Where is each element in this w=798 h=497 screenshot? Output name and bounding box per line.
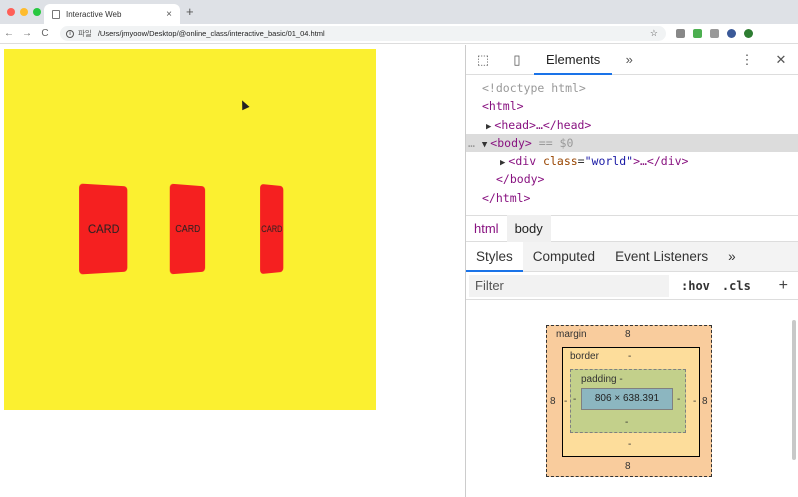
filter-bar: Filter :hov .cls + bbox=[466, 272, 798, 300]
margin-bottom-value[interactable]: 8 bbox=[625, 461, 631, 472]
border-right-value[interactable]: - bbox=[693, 396, 696, 407]
box-model-border[interactable]: border - - - - padding - - - - 806 × 638… bbox=[562, 347, 700, 457]
info-icon[interactable]: i bbox=[66, 29, 74, 38]
body-open-tag: <body> bbox=[490, 135, 532, 150]
html-close-tag: </html> bbox=[482, 190, 531, 205]
extension-filter-icon[interactable] bbox=[676, 29, 685, 38]
tab-strip: Interactive Web × + bbox=[0, 0, 798, 24]
forward-button[interactable]: → bbox=[18, 28, 36, 39]
devtools-panel: ⬚ ▯ Elements » ⋮ ✕ <!doctype html> <html… bbox=[465, 45, 798, 497]
card[interactable]: CARD bbox=[79, 183, 128, 275]
filter-input[interactable]: Filter bbox=[469, 274, 669, 297]
tab-elements[interactable]: Elements bbox=[534, 45, 613, 75]
document-icon bbox=[52, 9, 60, 19]
dom-doctype[interactable]: <!doctype html> bbox=[466, 79, 798, 97]
border-bottom-value[interactable]: - bbox=[628, 439, 631, 450]
margin-right-value[interactable]: 8 bbox=[702, 396, 708, 407]
padding-label: padding - bbox=[581, 374, 623, 385]
tab-computed[interactable]: Computed bbox=[523, 242, 605, 272]
margin-left-value[interactable]: 8 bbox=[550, 396, 556, 407]
browser-tab[interactable]: Interactive Web × bbox=[44, 4, 180, 24]
box-model-padding[interactable]: padding - - - - 806 × 638.391 bbox=[570, 369, 686, 433]
breadcrumb-body[interactable]: body bbox=[506, 215, 551, 242]
padding-right-value[interactable]: - bbox=[677, 394, 680, 405]
url-text[interactable]: /Users/jmyoow/Desktop/@online_class/inte… bbox=[98, 29, 325, 38]
page-viewport: CARD CARD CARD bbox=[0, 45, 465, 497]
expand-triangle-icon[interactable]: ▶ bbox=[500, 158, 505, 168]
padding-left-value[interactable]: - bbox=[573, 394, 576, 405]
browser-toolbar: ← → C i 파일 /Users/jmyoow/Desktop/@online… bbox=[0, 24, 798, 44]
tab-styles[interactable]: Styles bbox=[466, 241, 523, 272]
profile-avatar[interactable] bbox=[727, 29, 736, 38]
margin-label: margin bbox=[556, 329, 587, 340]
breadcrumb: html body bbox=[466, 215, 798, 242]
menu-icon[interactable]: ⋮ bbox=[730, 52, 764, 68]
head-tag: <head>…</head> bbox=[494, 117, 592, 132]
dom-body-selected[interactable]: … ▼ <body> == $0 bbox=[466, 133, 798, 153]
hov-toggle[interactable]: :hov bbox=[681, 279, 710, 293]
world-container: CARD CARD CARD bbox=[4, 49, 376, 410]
new-style-rule-button[interactable]: + bbox=[779, 277, 788, 295]
margin-top-value[interactable]: 8 bbox=[625, 329, 631, 340]
extension-green-icon[interactable] bbox=[693, 29, 702, 38]
box-model-content[interactable]: 806 × 638.391 bbox=[581, 388, 673, 410]
styles-scrollbar[interactable] bbox=[792, 320, 796, 460]
body-eq-ref: == $0 bbox=[531, 135, 574, 150]
dom-div-world[interactable]: ▶ <div class="world">…</div> bbox=[466, 152, 798, 170]
address-bar[interactable]: i 파일 /Users/jmyoow/Desktop/@online_class… bbox=[60, 26, 666, 41]
more-subtabs-icon[interactable]: » bbox=[718, 242, 746, 272]
styles-subtabs: Styles Computed Event Listeners » bbox=[466, 241, 798, 272]
tab-event-listeners[interactable]: Event Listeners bbox=[605, 242, 718, 272]
devtools-controls: ⋮ ✕ bbox=[730, 52, 798, 68]
extension-circle-icon[interactable] bbox=[744, 29, 753, 38]
mouse-cursor-icon bbox=[238, 98, 250, 111]
close-window-button[interactable] bbox=[7, 8, 15, 16]
reload-button[interactable]: C bbox=[36, 28, 54, 39]
div-attr-eq: = bbox=[577, 154, 585, 169]
border-top-value[interactable]: - bbox=[628, 351, 631, 362]
extension-tag-icon[interactable] bbox=[710, 29, 719, 38]
cls-toggle[interactable]: .cls bbox=[722, 279, 751, 293]
box-model-margin[interactable]: margin 8 8 8 8 border - - - - padding - … bbox=[546, 325, 712, 477]
doctype-text: <!doctype html> bbox=[482, 81, 586, 95]
dom-head[interactable]: ▶ <head>…</head> bbox=[466, 116, 798, 134]
body-close-tag: </body> bbox=[496, 172, 545, 187]
dom-body-close[interactable]: </body> bbox=[466, 170, 798, 188]
div-attr-value: "world" bbox=[584, 154, 634, 169]
collapse-triangle-icon[interactable]: ▼ bbox=[482, 140, 487, 150]
new-tab-button[interactable]: + bbox=[186, 4, 194, 19]
extensions-area bbox=[676, 29, 753, 38]
tab-title: Interactive Web bbox=[66, 9, 122, 19]
div-tag-rest: >…</div> bbox=[633, 154, 689, 169]
div-attr-name: class bbox=[543, 154, 578, 169]
card[interactable]: CARD bbox=[169, 183, 206, 275]
browser-window: Interactive Web × + ← → C i 파일 /Users/jm… bbox=[0, 0, 798, 497]
expand-triangle-icon[interactable]: ▶ bbox=[486, 122, 491, 132]
more-tabs-icon[interactable]: » bbox=[612, 52, 646, 67]
dom-tree: <!doctype html> <html> ▶ <head>…</head> …… bbox=[466, 75, 798, 215]
card[interactable]: CARD bbox=[260, 183, 284, 275]
tab-close-icon[interactable]: × bbox=[166, 9, 172, 20]
zoom-window-button[interactable] bbox=[33, 8, 41, 16]
bookmark-star-icon[interactable]: ☆ bbox=[650, 28, 658, 39]
device-toolbar-icon[interactable]: ▯ bbox=[500, 52, 534, 68]
div-tag: <div bbox=[508, 154, 544, 169]
more-actions-dots[interactable]: … bbox=[468, 136, 475, 150]
close-devtools-icon[interactable]: ✕ bbox=[764, 52, 798, 68]
border-label: border bbox=[570, 351, 599, 362]
dom-html-open[interactable]: <html> bbox=[466, 97, 798, 115]
window-controls bbox=[7, 8, 41, 16]
border-left-value[interactable]: - bbox=[564, 396, 567, 407]
url-scheme: 파일 bbox=[78, 29, 92, 38]
inspect-element-icon[interactable]: ⬚ bbox=[466, 52, 500, 68]
styles-pane: margin 8 8 8 8 border - - - - padding - … bbox=[466, 300, 798, 477]
back-button[interactable]: ← bbox=[0, 28, 18, 39]
padding-bottom-value[interactable]: - bbox=[625, 417, 628, 428]
minimize-window-button[interactable] bbox=[20, 8, 28, 16]
breadcrumb-html[interactable]: html bbox=[466, 215, 507, 242]
devtools-toolbar: ⬚ ▯ Elements » ⋮ ✕ bbox=[466, 45, 798, 75]
dom-html-close[interactable]: </html> bbox=[466, 189, 798, 207]
html-open-tag: <html> bbox=[482, 99, 524, 114]
